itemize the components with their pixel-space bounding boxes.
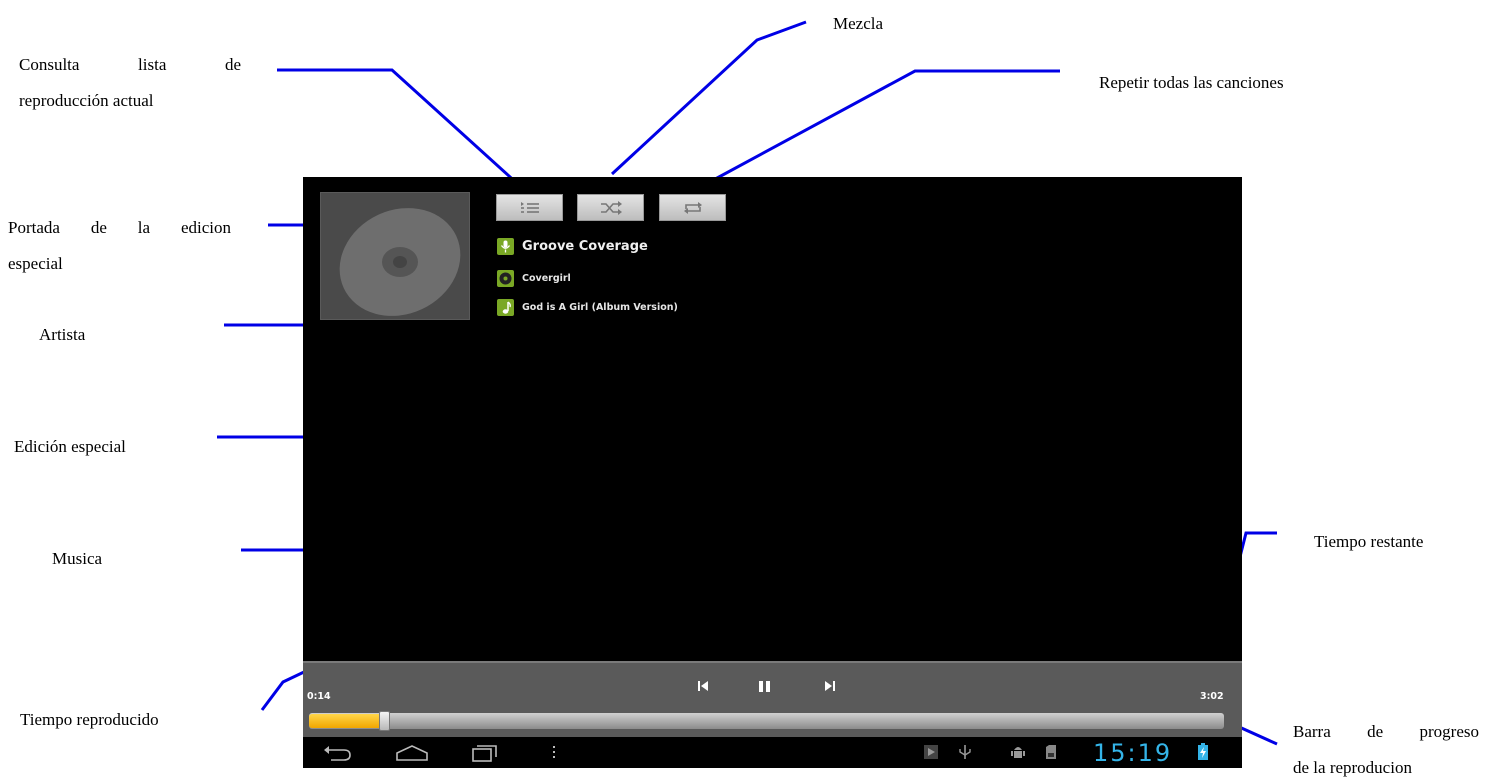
consulta-label: Consulta lista de reproducción actual: [19, 55, 241, 110]
portada-label: Portada de la edicion especial: [8, 218, 231, 273]
next-icon: [825, 681, 835, 691]
system-bar: 15:19: [303, 737, 1242, 768]
album-name: Covergirl: [522, 273, 571, 284]
playlist-icon: [520, 201, 539, 213]
repetir-label: Repetir todas las canciones: [1099, 73, 1284, 92]
shuffle-icon: [600, 200, 622, 215]
repetir-leader: [705, 69, 1060, 186]
usb-icon[interactable]: [958, 744, 972, 760]
music-note-icon: [497, 299, 514, 316]
previous-button[interactable]: [692, 677, 714, 695]
sd-card-icon[interactable]: [1045, 744, 1057, 760]
artist-name: Groove Coverage: [522, 239, 648, 254]
menu-button[interactable]: [551, 744, 557, 760]
playlist-button[interactable]: [496, 194, 563, 221]
album-cover[interactable]: [320, 192, 470, 320]
media-notification-icon[interactable]: [923, 744, 939, 760]
recent-apps-icon: [472, 745, 497, 762]
elapsed-time: 0:14: [307, 691, 331, 702]
previous-icon: [698, 681, 708, 691]
music-player-screen: Groove Coverage Covergirl God is A Girl …: [303, 177, 1242, 768]
mezcla-label: Mezcla: [833, 14, 884, 33]
next-button[interactable]: [819, 677, 841, 695]
barra-label: Barra de progreso de la reproducion: [1293, 722, 1479, 777]
tiempo-reproducido-leader: [260, 670, 305, 711]
back-icon: [324, 746, 351, 761]
repeat-icon: [683, 201, 702, 214]
progress-fill: [309, 714, 385, 728]
status-clock: 15:19: [1093, 739, 1173, 767]
song-title: God is A Girl (Album Version): [522, 302, 678, 313]
battery-icon: [1198, 743, 1208, 760]
recent-apps-button[interactable]: [471, 744, 499, 762]
android-debug-icon[interactable]: [1011, 744, 1025, 760]
home-button[interactable]: [395, 744, 429, 762]
menu-icon: [553, 746, 555, 758]
progress-bar[interactable]: [309, 711, 1224, 731]
back-button[interactable]: [323, 744, 353, 762]
artist-row[interactable]: Groove Coverage: [497, 238, 648, 255]
album-row[interactable]: Covergirl: [497, 270, 571, 287]
edicion-label: Edición especial: [14, 437, 126, 456]
remaining-time: 3:02: [1200, 691, 1224, 702]
musica-label: Musica: [52, 549, 103, 568]
song-row[interactable]: God is A Girl (Album Version): [497, 299, 678, 316]
tiempo-reproducido-label: Tiempo reproducido: [20, 710, 159, 729]
shuffle-button[interactable]: [577, 194, 644, 221]
disc-icon: [497, 270, 514, 287]
mezcla-leader: [610, 20, 807, 176]
microphone-icon: [497, 238, 514, 255]
playback-controls: 0:14 3:02: [303, 661, 1242, 737]
pause-button[interactable]: [754, 677, 776, 695]
tiempo-restante-label: Tiempo restante: [1314, 532, 1424, 551]
progress-thumb[interactable]: [379, 711, 391, 731]
pause-icon: [759, 680, 770, 692]
repeat-button[interactable]: [659, 194, 726, 221]
consulta-leader: [277, 68, 522, 188]
artista-label: Artista: [39, 325, 86, 344]
home-icon: [396, 745, 428, 761]
album-disc-icon: [339, 208, 461, 316]
